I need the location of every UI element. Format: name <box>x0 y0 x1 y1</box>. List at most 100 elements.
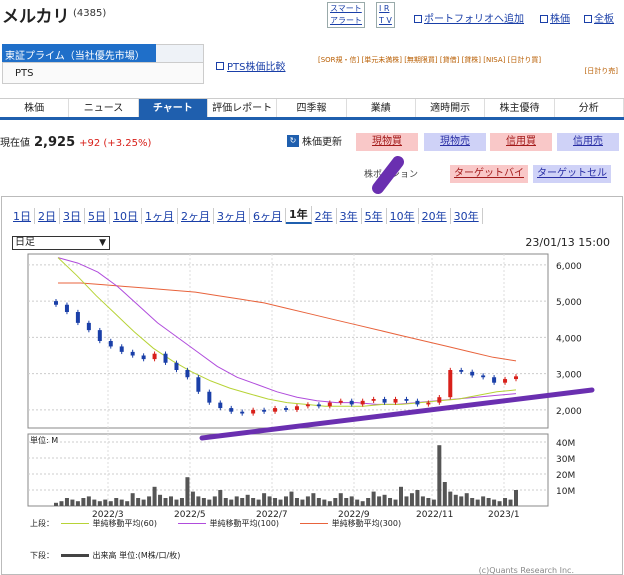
candle-body <box>152 353 157 360</box>
legend-lower: 下段： 出来高 単位:(M株/口/枚) <box>30 550 180 561</box>
volume-bar <box>86 496 91 506</box>
volume-bar <box>514 490 518 506</box>
candle-body <box>437 397 442 403</box>
legend-swatch-ma60 <box>60 523 89 524</box>
volume-bar <box>130 493 135 506</box>
volume-bar <box>426 498 431 506</box>
volume-bar <box>64 498 69 506</box>
volume-bar <box>262 493 267 506</box>
volume-bar <box>229 499 234 506</box>
volume-bar <box>486 498 491 506</box>
volume-bar <box>388 498 393 506</box>
price-tick-label: 3,000 <box>556 371 582 381</box>
candle-body <box>218 402 223 409</box>
volume-bar <box>125 501 130 506</box>
volume-bar <box>508 499 513 506</box>
volume-bar <box>420 496 425 506</box>
volume-bar <box>404 496 409 506</box>
volume-bar <box>201 498 206 506</box>
price-tick-label: 6,000 <box>556 262 582 272</box>
price-pane <box>27 253 549 429</box>
volume-bar <box>207 499 212 506</box>
volume-bar <box>300 499 305 506</box>
candle-body <box>459 370 464 372</box>
candle-body <box>284 408 288 410</box>
volume-bar <box>190 491 195 506</box>
volume-bar <box>431 499 436 506</box>
volume-bar <box>311 493 316 506</box>
legend-upper-label: 上段： <box>30 519 54 528</box>
candle-body <box>404 399 409 401</box>
candle-body <box>338 400 343 403</box>
candle-body <box>492 377 497 383</box>
volume-bar <box>218 490 223 506</box>
volume-bar <box>273 498 278 506</box>
x-tick-label: 2022/11 <box>416 510 453 520</box>
volume-tick-label: 20M <box>556 471 575 481</box>
volume-bar <box>114 498 119 506</box>
volume-tick-label: 40M <box>556 439 575 449</box>
volume-bar <box>169 496 173 506</box>
candle-body <box>514 376 518 380</box>
legend-ma300: 単純移動平均(300) <box>331 519 402 528</box>
volume-bar <box>355 499 360 506</box>
volume-bar <box>103 499 108 506</box>
legend-lower-label: 下段： <box>30 551 54 560</box>
stock-chart: 6,000 5,000 4,000 3,000 2,000 40M 30M 20M 10M 単位:… <box>27 156 595 520</box>
volume-bar <box>92 499 97 506</box>
volume-bar <box>470 498 475 506</box>
volume-bar <box>393 499 398 506</box>
volume-unit-label: 単位: M <box>30 435 58 445</box>
candle-body <box>163 353 168 363</box>
volume-bar <box>185 477 190 506</box>
volume-tick-label: 30M <box>556 455 575 465</box>
candle-body <box>86 322 91 331</box>
ma60-line <box>57 257 517 407</box>
volume-bar <box>349 496 354 506</box>
candle-body <box>327 402 332 407</box>
volume-bar <box>251 498 256 506</box>
volume-tick-label: 10M <box>556 487 575 497</box>
legend-ma100: 単純移動平均(100) <box>209 519 280 528</box>
volume-bar <box>442 482 447 506</box>
candle-body <box>97 330 102 341</box>
volume-bar <box>59 501 64 506</box>
candle-body <box>294 406 299 410</box>
candle-body <box>251 409 256 414</box>
volume-bar <box>492 499 497 506</box>
volume-bar <box>333 498 338 506</box>
volume-bar <box>245 494 250 506</box>
volume-bar <box>453 494 458 506</box>
volume-bar <box>327 501 332 506</box>
candle-body <box>240 411 245 414</box>
volume-bar <box>196 496 201 506</box>
volume-bar <box>240 498 245 506</box>
volume-bar <box>212 496 217 506</box>
volume-bar <box>108 501 113 506</box>
candle-body <box>141 355 146 360</box>
candle-body <box>185 370 190 378</box>
candle-body <box>481 375 486 378</box>
volume-bar <box>322 499 327 506</box>
volume-bar <box>289 491 294 506</box>
volume-bar <box>75 501 80 506</box>
candle-body <box>393 399 398 403</box>
candle-body <box>64 304 69 312</box>
candle-body <box>174 362 179 370</box>
candle-body <box>108 341 113 347</box>
volume-bar <box>119 499 124 506</box>
candle-body <box>371 399 376 401</box>
volume-bar <box>475 499 480 506</box>
price-tick-label: 5,000 <box>556 298 582 308</box>
price-tick-label: 2,000 <box>556 407 582 417</box>
volume-bar <box>344 498 349 506</box>
volume-bar <box>371 491 376 506</box>
candle-body <box>54 301 58 305</box>
candle-body <box>316 404 321 407</box>
volume-bar <box>437 445 442 506</box>
volume-bar <box>70 499 75 506</box>
volume-bar <box>316 498 321 506</box>
candle-body <box>382 399 387 403</box>
volume-bar <box>152 486 157 506</box>
legend-swatch-ma100 <box>177 523 206 524</box>
